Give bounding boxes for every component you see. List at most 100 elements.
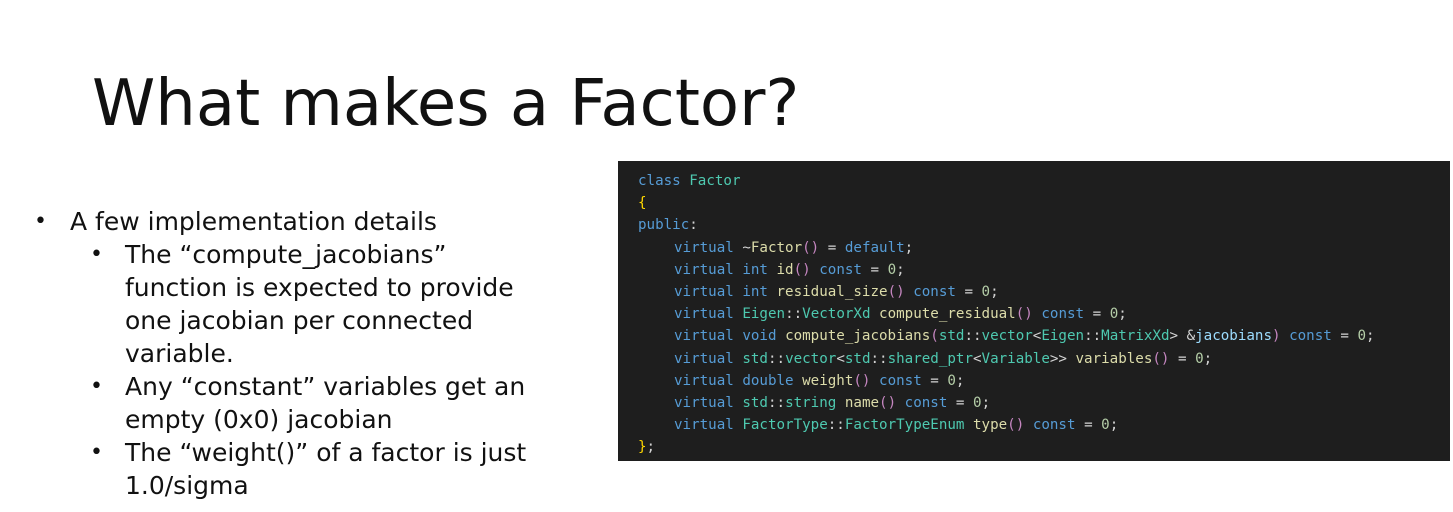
code-token: =	[1331, 328, 1358, 345]
code-token: ~	[733, 239, 751, 256]
code-line: virtual std::string name() const = 0;	[638, 392, 1375, 414]
code-token: const	[1289, 328, 1332, 345]
code-block: class Factor{public: virtual ~Factor() = …	[638, 170, 1375, 458]
code-token: ;	[646, 439, 656, 456]
code-token: int	[742, 283, 768, 300]
code-token: std	[742, 394, 768, 411]
code-token: type	[973, 417, 1008, 434]
code-token: FactorTypeEnum	[844, 417, 965, 434]
code-token: =	[861, 261, 888, 278]
code-token: virtual	[674, 306, 734, 323]
code-screenshot: class Factor{public: virtual ~Factor() = …	[618, 161, 1450, 461]
code-token: ()	[1007, 417, 1025, 434]
code-token: ()	[879, 394, 897, 411]
bullet-line: The “compute_jacobians”	[125, 240, 447, 269]
code-token: ::	[767, 394, 786, 411]
code-token: 0	[1357, 328, 1366, 345]
code-token: <	[973, 350, 982, 367]
code-token: ;	[904, 239, 914, 256]
code-line: virtual std::vector<std::shared_ptr<Vari…	[638, 348, 1375, 370]
bullet-level1-item: • A few implementation details	[34, 205, 594, 238]
code-line: virtual Eigen::VectorXd compute_residual…	[638, 303, 1375, 325]
code-token: const	[1041, 306, 1085, 323]
code-line: virtual void compute_jacobians(std::vect…	[638, 325, 1375, 347]
code-token: =	[1075, 417, 1102, 434]
code-token: MatrixXd	[1101, 328, 1170, 345]
code-token: 0	[1195, 350, 1204, 367]
code-token: 0	[1101, 417, 1110, 434]
code-line: virtual int residual_size() const = 0;	[638, 281, 1375, 303]
code-token: =	[1169, 350, 1196, 367]
code-token: ::	[767, 350, 786, 367]
code-token: ()	[802, 239, 820, 256]
code-token: Variable	[981, 350, 1050, 367]
code-token: >>	[1049, 350, 1076, 367]
code-token: vector	[981, 328, 1033, 345]
code-token: ()	[853, 372, 871, 389]
code-line: virtual double weight() const = 0;	[638, 370, 1375, 392]
bullet-level2-item: • Any “constant” variables get an empty …	[90, 370, 594, 436]
bullet-line: one jacobian per connected	[125, 306, 474, 335]
code-line: };	[638, 436, 1375, 458]
code-token: void	[742, 328, 777, 345]
code-token: 0	[981, 283, 991, 300]
code-token: public	[638, 217, 690, 234]
code-token: string	[785, 394, 837, 411]
code-token: const	[904, 394, 948, 411]
code-token: <	[836, 350, 845, 367]
code-token: Factor	[689, 173, 741, 189]
code-token: Eigen	[1041, 328, 1085, 345]
code-token: VectorXd	[802, 306, 871, 323]
code-token: ::	[785, 306, 803, 323]
code-token: virtual	[674, 261, 734, 278]
code-line: virtual FactorType::FactorTypeEnum type(…	[638, 414, 1375, 436]
slide-title: What makes a Factor?	[92, 67, 800, 141]
code-line: virtual int id() const = 0;	[638, 259, 1375, 281]
bullet-text: A few implementation details	[70, 207, 437, 236]
code-token: 0	[1109, 306, 1119, 323]
code-token: virtual	[674, 372, 734, 389]
code-line: public:	[638, 214, 1375, 236]
bullet-dot: •	[90, 440, 103, 465]
code-token: Eigen	[742, 306, 786, 323]
code-token: {	[638, 195, 647, 212]
code-token: weight	[802, 372, 854, 389]
bullet-dot: •	[34, 209, 47, 234]
code-token: ;	[1118, 306, 1127, 323]
code-token: id	[776, 261, 794, 278]
code-token: 0	[947, 372, 956, 389]
code-token: ()	[1015, 306, 1033, 323]
bullet-dot: •	[90, 242, 103, 267]
code-token: }	[638, 439, 647, 456]
bullet-line: The “weight()” of a factor is just	[125, 438, 527, 467]
code-token: int	[742, 261, 768, 278]
code-token: std	[742, 350, 768, 367]
code-token: shared_ptr	[887, 350, 973, 367]
code-token: Factor	[750, 239, 803, 256]
code-token: const	[913, 283, 956, 300]
code-token: virtual	[674, 350, 734, 367]
code-token: ::	[870, 350, 888, 367]
code-token: variables	[1075, 350, 1153, 367]
code-token: ()	[887, 283, 905, 300]
code-token: compute_residual	[879, 306, 1016, 323]
code-token: std	[844, 350, 871, 367]
code-token: ()	[793, 261, 811, 278]
code-token: =	[955, 283, 982, 300]
code-token: =	[921, 372, 948, 389]
code-line: {	[638, 192, 1375, 214]
code-token: ;	[1203, 350, 1213, 367]
code-token: ;	[955, 372, 965, 389]
code-token: double	[742, 372, 794, 389]
